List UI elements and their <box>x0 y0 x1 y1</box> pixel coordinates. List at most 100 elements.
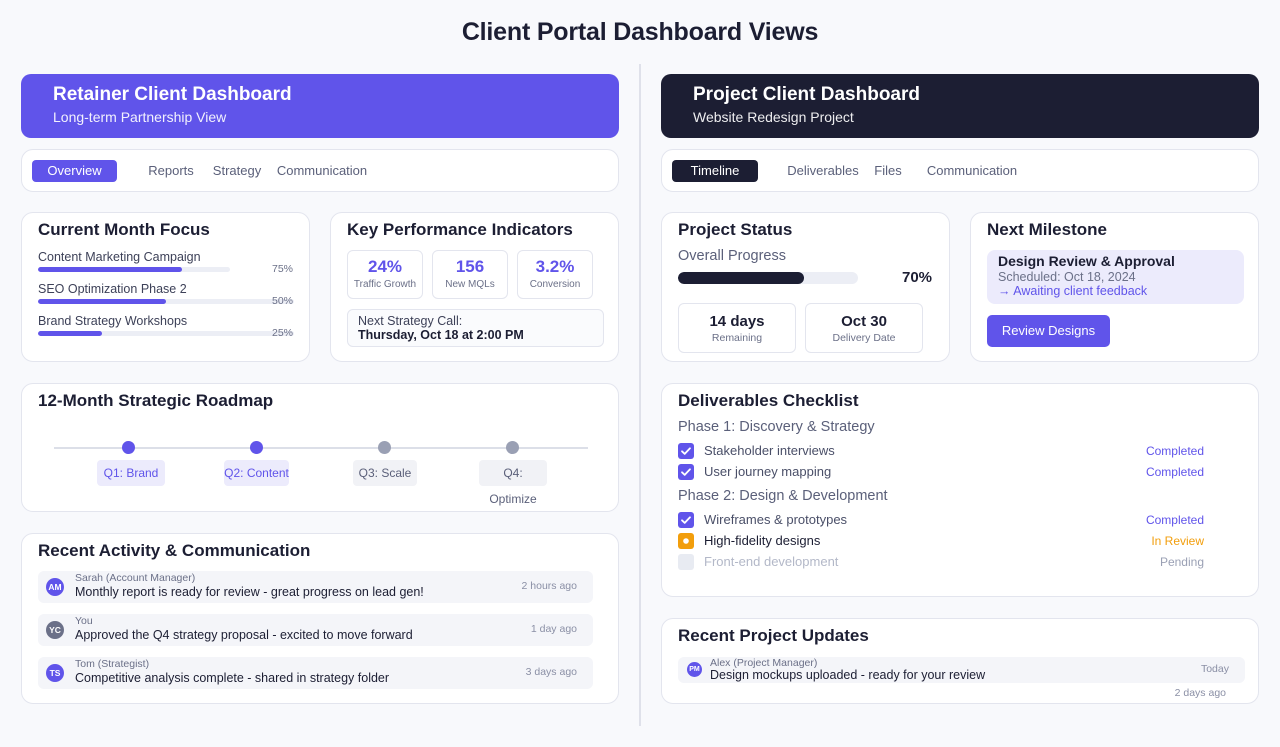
checkbox-checked-icon[interactable] <box>678 464 694 480</box>
focus-percent: 50% <box>272 295 294 307</box>
activity-time: 3 days ago <box>525 666 577 678</box>
phase-heading: Phase 2: Design & Development <box>678 488 888 504</box>
project-banner-subtitle: Website Redesign Project <box>693 109 854 125</box>
current-month-focus-card: Current Month Focus Content Marketing Ca… <box>21 212 310 362</box>
update-time: Today <box>1200 663 1229 675</box>
activity-item[interactable]: TS Tom (Strategist) Competitive analysis… <box>38 657 593 689</box>
tab-timeline[interactable]: Timeline <box>672 160 758 182</box>
deliverable-status: Completed <box>1145 513 1204 527</box>
phase-heading: Phase 1: Discovery & Strategy <box>678 419 875 435</box>
checkbox-empty-icon[interactable] <box>678 554 694 570</box>
roadmap-dot <box>378 441 391 454</box>
kpi-label: Traffic Growth <box>353 279 417 290</box>
page-title: Client Portal Dashboard Views <box>461 18 819 46</box>
activity-author: Tom (Strategist) <box>75 658 150 670</box>
roadmap-dot <box>122 441 135 454</box>
kpi-title: Key Performance Indicators <box>347 220 573 239</box>
focus-item-label: Brand Strategy Workshops <box>38 314 188 328</box>
tab-files[interactable]: Files <box>870 160 906 182</box>
tab-strategy[interactable]: Strategy <box>208 160 266 182</box>
deliverable-label: Wireframes & prototypes <box>704 512 848 527</box>
activity-message: Monthly report is ready for review - gre… <box>75 585 424 599</box>
project-updates-title: Recent Project Updates <box>678 626 869 645</box>
tab-overview[interactable]: Overview <box>32 160 117 182</box>
deliverable-label: User journey mapping <box>704 464 832 479</box>
project-updates-card: Recent Project Updates PM Alex (Project … <box>661 618 1259 704</box>
roadmap-milestone-q4[interactable]: Q4: Optimize <box>479 460 547 506</box>
tab-reports[interactable]: Reports <box>144 160 198 182</box>
retainer-tabbar: Overview Reports Strategy Communication <box>21 149 619 192</box>
activity-item[interactable]: YC You Approved the Q4 strategy proposal… <box>38 614 593 646</box>
stat-value: 14 days <box>709 313 765 330</box>
roadmap-milestone-q1[interactable]: Q1: Brand <box>97 460 165 486</box>
focus-progress-fill <box>38 299 166 304</box>
days-remaining-box: 14 days Remaining <box>678 303 796 353</box>
kpi-conversion: 3.2% Conversion <box>517 250 593 299</box>
project-banner: Project Client Dashboard Website Redesig… <box>661 74 1259 138</box>
focus-percent: 25% <box>272 327 294 339</box>
activity-author: You <box>75 615 93 627</box>
milestone-state: → Awaiting client feedback <box>998 284 1148 298</box>
activity-message: Competitive analysis complete - shared i… <box>75 671 390 685</box>
retainer-banner: Retainer Client Dashboard Long-term Part… <box>21 74 619 138</box>
focus-progress-bar <box>38 299 294 304</box>
focus-progress-fill <box>38 331 102 336</box>
milestone-name: Design Review & Approval <box>998 253 1175 269</box>
overall-progress-percent: 70% <box>902 269 933 286</box>
deliverables-checklist-title: Deliverables Checklist <box>678 391 859 410</box>
recent-activity-card: Recent Activity & Communication AM Sarah… <box>21 533 619 704</box>
focus-progress-fill <box>38 267 182 272</box>
activity-author: Sarah (Account Manager) <box>75 572 196 584</box>
tab-deliverables[interactable]: Deliverables <box>786 160 860 182</box>
retainer-banner-title: Retainer Client Dashboard <box>53 84 292 105</box>
in-review-icon[interactable] <box>678 533 694 549</box>
project-status-title: Project Status <box>678 220 793 239</box>
overall-progress-fill <box>678 272 804 284</box>
update-message: Design mockups uploaded - ready for your… <box>710 668 986 682</box>
deliverable-status: In Review <box>1151 534 1204 548</box>
project-status-card: Project Status Overall Progress 70% 14 d… <box>661 212 950 362</box>
milestone-scheduled: Scheduled: Oct 18, 2024 <box>998 270 1136 284</box>
recent-activity-title: Recent Activity & Communication <box>38 541 311 560</box>
next-call-label: Next Strategy Call: <box>358 314 463 328</box>
focus-item-label: Content Marketing Campaign <box>38 250 201 264</box>
update-time: 2 days ago <box>1174 687 1226 699</box>
kpi-card: Key Performance Indicators 24% Traffic G… <box>330 212 619 362</box>
kpi-label: New MQLs <box>445 279 495 290</box>
activity-time: 1 day ago <box>530 623 577 635</box>
activity-item[interactable]: AM Sarah (Account Manager) Monthly repor… <box>38 571 593 603</box>
center-divider <box>639 64 641 726</box>
checkbox-checked-icon[interactable] <box>678 443 694 459</box>
next-milestone-title: Next Milestone <box>987 220 1107 239</box>
stat-label: Delivery Date <box>832 332 896 344</box>
avatar: PM <box>687 662 702 677</box>
roadmap-card: 12-Month Strategic Roadmap Q1: Brand Q2:… <box>21 383 619 512</box>
tab-communication[interactable]: Communication <box>924 160 1020 182</box>
checkbox-checked-icon[interactable] <box>678 512 694 528</box>
roadmap-milestone-q2[interactable]: Q2: Content <box>224 460 289 486</box>
stat-value: Oct 30 <box>841 313 887 330</box>
deliverable-status: Completed <box>1145 444 1204 458</box>
focus-progress-bar <box>38 267 230 272</box>
roadmap-milestone-q3[interactable]: Q3: Scale <box>353 460 417 486</box>
delivery-date-box: Oct 30 Delivery Date <box>805 303 923 353</box>
milestone-box: Design Review & Approval Scheduled: Oct … <box>987 250 1244 304</box>
deliverable-status: Completed <box>1145 465 1204 479</box>
next-milestone-card: Next Milestone Design Review & Approval … <box>970 212 1259 362</box>
overall-progress-bar <box>678 272 858 284</box>
deliverable-status: Pending <box>1159 555 1204 569</box>
update-item[interactable]: PM Alex (Project Manager) Design mockups… <box>678 657 1245 683</box>
roadmap-title: 12-Month Strategic Roadmap <box>38 391 274 410</box>
deliverable-label: High-fidelity designs <box>704 533 821 548</box>
focus-item-label: SEO Optimization Phase 2 <box>38 282 187 296</box>
avatar: YC <box>46 621 64 639</box>
activity-time: 2 hours ago <box>521 580 577 592</box>
next-strategy-call: Next Strategy Call: Thursday, Oct 18 at … <box>347 309 604 347</box>
tab-communication[interactable]: Communication <box>274 160 370 182</box>
deliverable-label: Stakeholder interviews <box>704 443 835 458</box>
activity-message: Approved the Q4 strategy proposal - exci… <box>75 628 413 642</box>
review-designs-button[interactable]: Review Designs <box>987 315 1110 347</box>
next-call-value: Thursday, Oct 18 at 2:00 PM <box>358 328 524 342</box>
kpi-label: Conversion <box>529 279 581 290</box>
project-banner-title: Project Client Dashboard <box>693 84 920 105</box>
